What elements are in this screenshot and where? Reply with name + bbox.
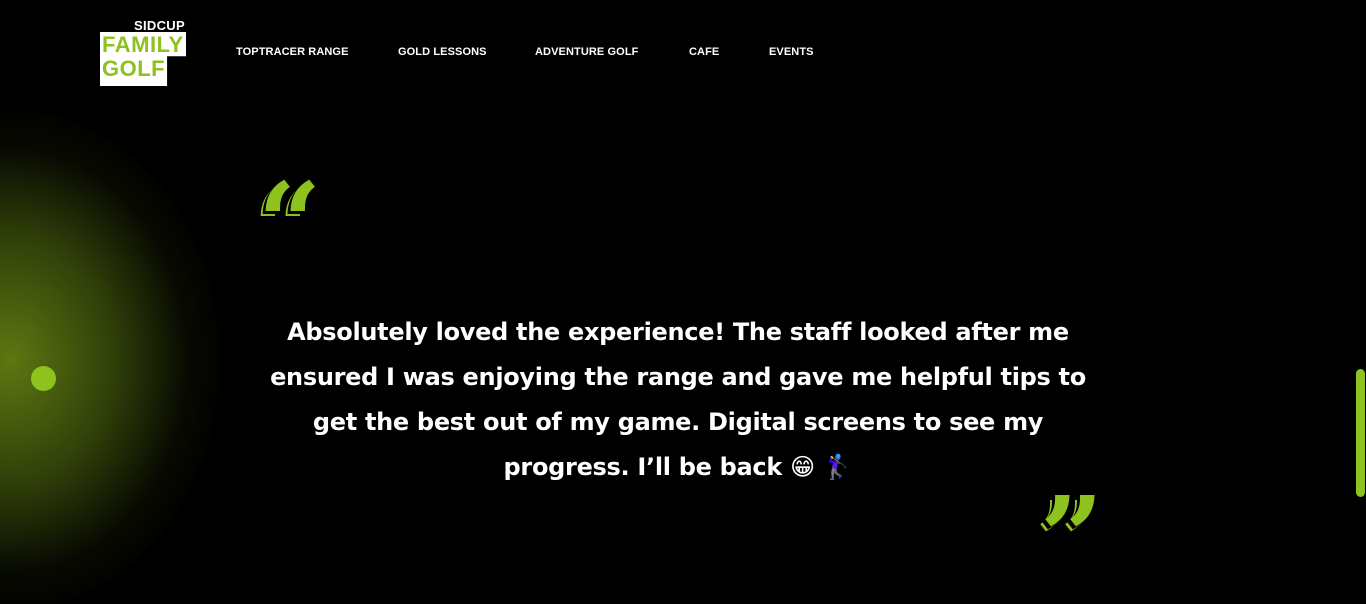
logo-line-golf: GOLF xyxy=(102,56,166,81)
logo-top-label: SIDCUP xyxy=(134,18,185,33)
background-glow xyxy=(0,110,220,604)
page: SIDCUP FAMILY GOLF TOPTRACER RANGE GOLD … xyxy=(0,0,1366,604)
slider-dot[interactable] xyxy=(31,366,56,391)
site-header: SIDCUP FAMILY GOLF TOPTRACER RANGE GOLD … xyxy=(0,0,1366,100)
testimonial-text: Absolutely loved the experience! The sta… xyxy=(270,318,1086,481)
logo[interactable]: SIDCUP FAMILY GOLF xyxy=(100,18,190,88)
nav-item-events[interactable]: EVENTS xyxy=(769,46,814,58)
nav-item-gold-lessons[interactable]: GOLD LESSONS xyxy=(398,46,487,58)
nav-item-adventure-golf[interactable]: ADVENTURE GOLF xyxy=(535,46,638,58)
logo-line-family: FAMILY xyxy=(102,32,184,57)
close-quote-icon: ” xyxy=(1040,472,1104,601)
nav-item-toptracer-range[interactable]: TOPTRACER RANGE xyxy=(236,46,349,58)
open-quote-icon: “ xyxy=(258,158,322,287)
nav-item-cafe[interactable]: CAFE xyxy=(689,46,719,58)
scrollbar-thumb[interactable] xyxy=(1356,369,1365,497)
